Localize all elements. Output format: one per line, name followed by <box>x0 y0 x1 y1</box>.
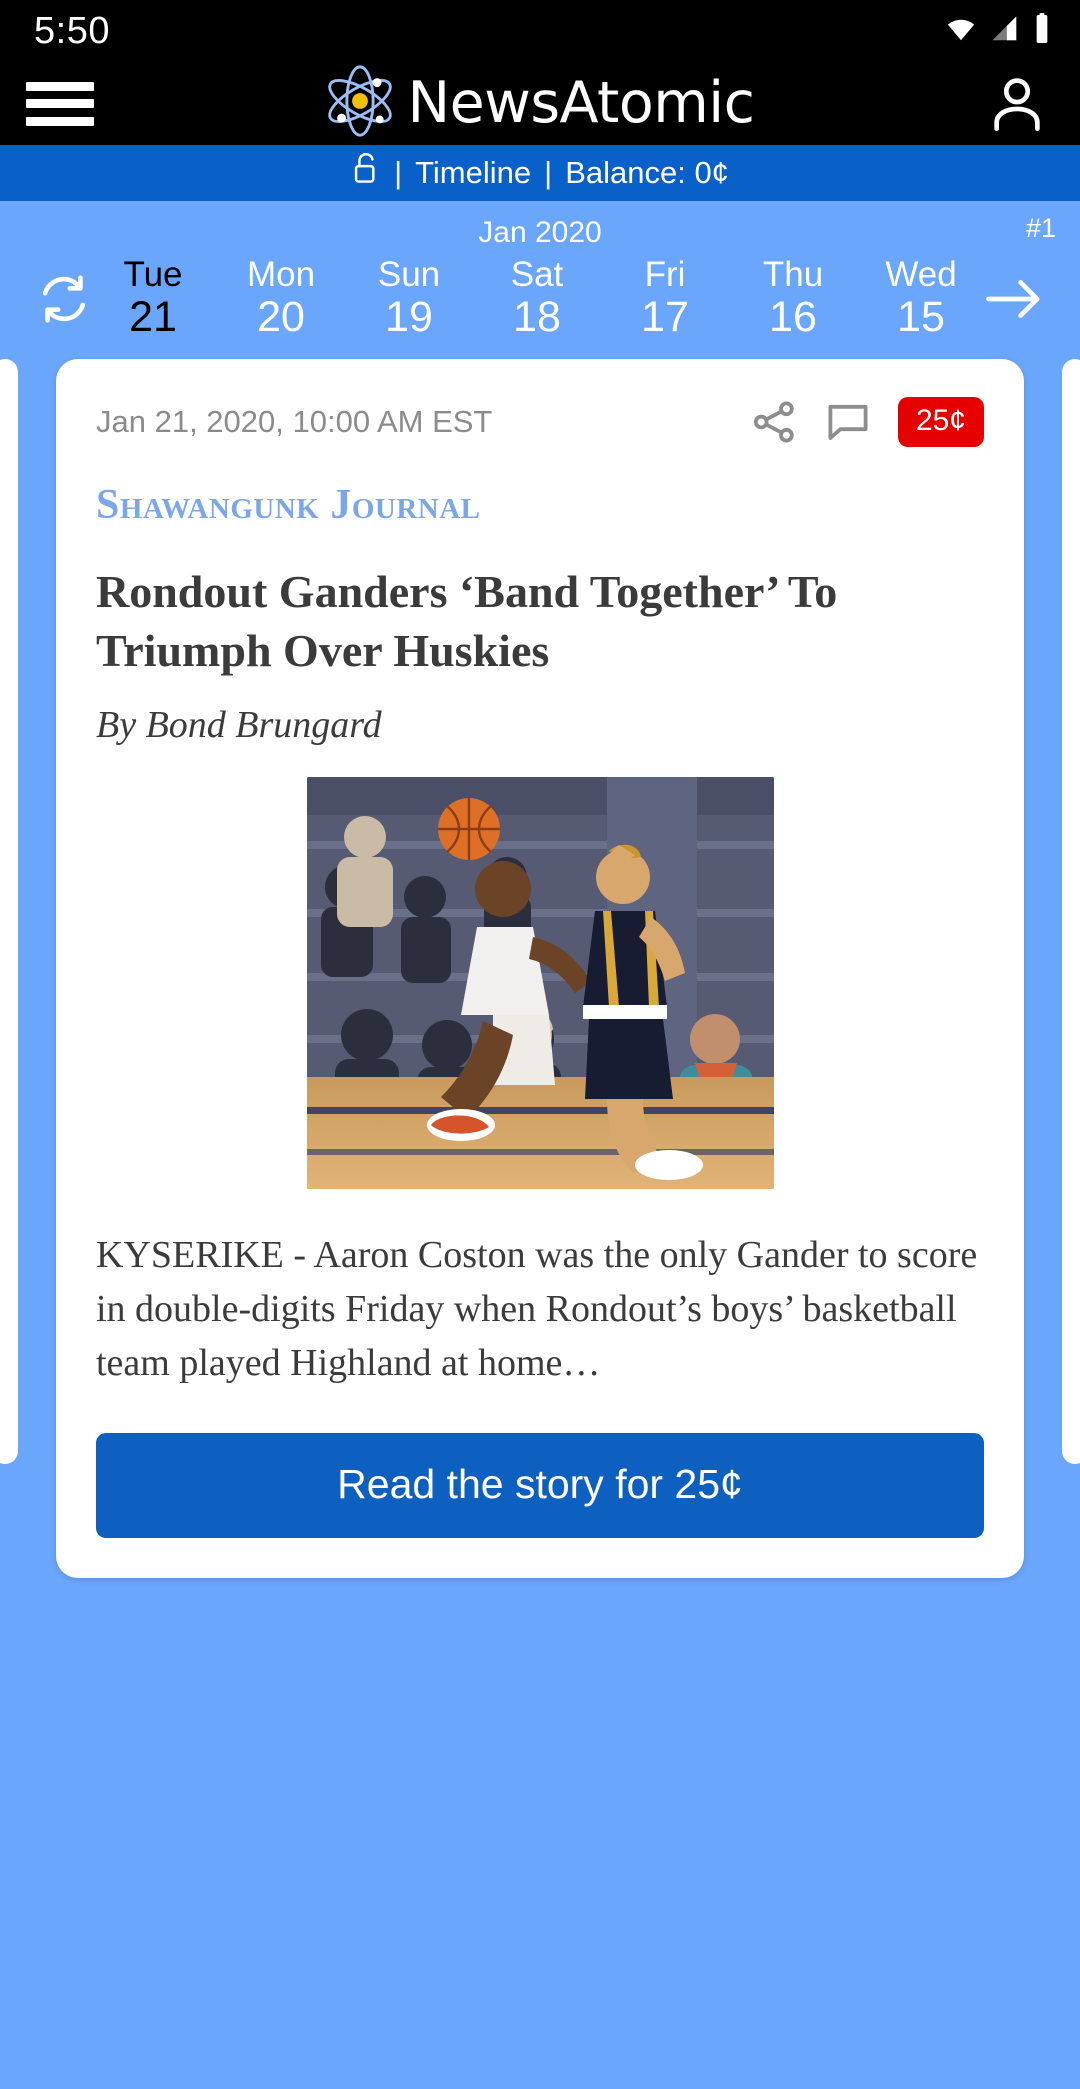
date-dow: Thu <box>762 255 824 294</box>
date-list: Tue 21 Mon 20 Sun 19 Sat 18 Fri 17 Thu 1… <box>106 255 972 341</box>
basketball-game-photo <box>306 776 774 1189</box>
article-excerpt: KYSERIKE - Aaron Coston was the only Gan… <box>96 1233 978 1384</box>
date-dow: Fri <box>644 255 686 294</box>
carousel-prev-card[interactable] <box>0 359 18 1465</box>
wifi-icon <box>944 14 978 49</box>
date-num: 16 <box>769 292 817 341</box>
article-byline: By Bond Brungard <box>96 703 382 746</box>
date-dow: Sun <box>377 255 441 294</box>
date-num: 18 <box>513 292 561 341</box>
share-icon[interactable] <box>750 398 798 446</box>
date-strip: Tue 21 Mon 20 Sun 19 Sat 18 Fri 17 Thu 1… <box>0 255 1080 359</box>
date-cell-20[interactable]: Mon 20 <box>238 255 324 341</box>
carousel-next-card[interactable] <box>1062 359 1080 1465</box>
date-cell-16[interactable]: Thu 16 <box>750 255 836 341</box>
date-num: 21 <box>129 292 177 341</box>
article-price-badge[interactable]: 25¢ <box>897 397 984 448</box>
user-account-icon[interactable] <box>984 71 1050 137</box>
battery-icon <box>1032 12 1052 50</box>
issue-number: #1 <box>1025 213 1056 243</box>
cell-signal-icon <box>988 14 1022 49</box>
date-navigator: Jan 2020 #1 Tue 21 Mon 20 Sun 19 Sat 18 … <box>0 201 1080 359</box>
date-cell-19[interactable]: Sun 19 <box>366 255 452 341</box>
article-card-header: Jan 21, 2020, 10:00 AM EST 25¢ <box>96 397 984 448</box>
date-cell-15[interactable]: Wed 15 <box>878 255 964 341</box>
hamburger-menu-icon[interactable] <box>26 78 94 130</box>
date-num: 20 <box>257 292 305 341</box>
date-dow: Sat <box>510 255 564 294</box>
article-card[interactable]: Jan 21, 2020, 10:00 AM EST 25¢ Shawangun… <box>56 359 1024 1578</box>
date-cell-18[interactable]: Sat 18 <box>494 255 580 341</box>
brand-logo[interactable]: NewsAtomic <box>318 59 755 148</box>
date-dow: Wed <box>885 255 957 294</box>
unlock-icon[interactable] <box>351 150 381 196</box>
app-title: NewsAtomic <box>407 70 755 136</box>
status-time: 5:50 <box>34 10 110 52</box>
date-dow: Tue <box>123 255 183 294</box>
info-bar-separator-2: | <box>544 155 553 190</box>
date-num: 17 <box>641 292 689 341</box>
app-screen: 5:50 NewsAtomic | Timeline | Balance: 0¢… <box>0 0 1080 2089</box>
date-num: 15 <box>897 292 945 341</box>
atom-icon <box>318 59 402 148</box>
article-carousel[interactable]: Jan 21, 2020, 10:00 AM EST 25¢ Shawangun… <box>0 359 1080 1578</box>
date-num: 19 <box>385 292 433 341</box>
app-header: NewsAtomic <box>0 62 1080 145</box>
arrow-right-icon[interactable] <box>972 272 1058 326</box>
refresh-icon[interactable] <box>22 270 106 328</box>
balance-label[interactable]: Balance: 0¢ <box>565 155 729 191</box>
date-cell-17[interactable]: Fri 17 <box>622 255 708 341</box>
comment-bubble-icon[interactable] <box>824 398 872 446</box>
month-label: Jan 2020 <box>478 216 602 249</box>
info-bar-separator-1: | <box>394 155 403 190</box>
info-bar: | Timeline | Balance: 0¢ <box>0 145 1080 201</box>
date-cell-21[interactable]: Tue 21 <box>110 255 196 341</box>
article-actions: 25¢ <box>750 397 984 448</box>
date-dow: Mon <box>246 255 316 294</box>
publisher-name[interactable]: Shawangunk Journal <box>96 481 984 529</box>
article-headline[interactable]: Rondout Ganders ‘Band Together’ To Trium… <box>96 563 984 681</box>
timeline-link[interactable]: Timeline <box>415 155 531 191</box>
article-timestamp: Jan 21, 2020, 10:00 AM EST <box>96 404 493 440</box>
date-navigator-header: Jan 2020 #1 <box>0 211 1080 255</box>
read-story-button[interactable]: Read the story for 25¢ <box>96 1432 984 1538</box>
status-bar: 5:50 <box>0 0 1080 62</box>
status-icons <box>944 12 1052 50</box>
